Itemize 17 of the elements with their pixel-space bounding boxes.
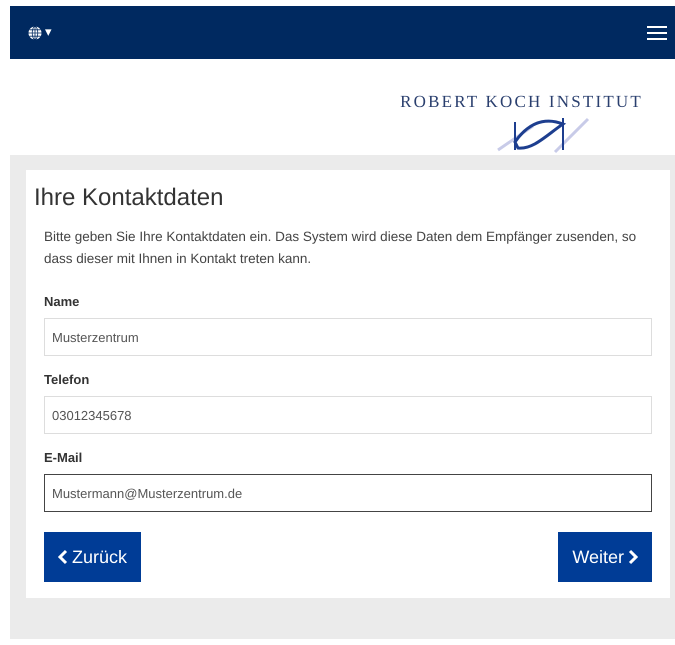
field-label: E-Mail: [44, 450, 84, 465]
form-title: Ihre Kontaktdaten: [34, 184, 224, 212]
input-field[interactable]: Mustermann@Musterzentrum.de: [44, 474, 652, 512]
chevron-left-icon: [58, 549, 68, 565]
chevron-right-icon: [628, 549, 638, 565]
field-label: Name: [44, 294, 80, 309]
globe-icon: [28, 26, 42, 40]
language-button[interactable]: ▾: [28, 25, 52, 40]
menu-button[interactable]: [647, 24, 667, 40]
intro-text: Bitte geben Sie Ihre Kontaktdaten ein. Das System wird diese Daten dem Empfänger zusenden, so dass dieser mit Ihnen in Kontakt treten kann.: [44, 228, 638, 268]
next-button[interactable]: Weiter: [558, 532, 652, 582]
input-field[interactable]: Musterzentrum: [44, 318, 652, 356]
back-button[interactable]: Zurück: [44, 532, 142, 582]
field-label: Telefon: [44, 372, 90, 387]
input-field[interactable]: 03012345678: [44, 396, 652, 434]
logo-text: ROBERT KOCH INSTITUT: [400, 92, 643, 112]
menu-icon: [647, 24, 667, 40]
